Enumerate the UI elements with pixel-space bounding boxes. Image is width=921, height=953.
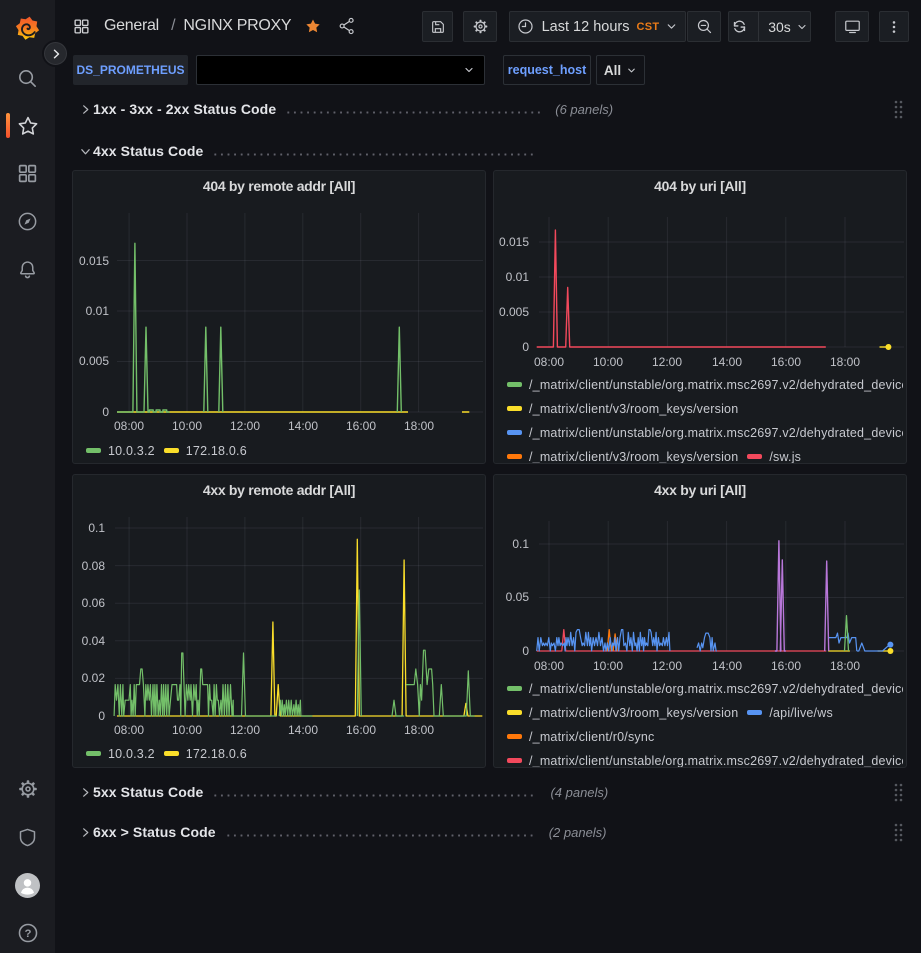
svg-text:?: ? — [24, 928, 31, 940]
